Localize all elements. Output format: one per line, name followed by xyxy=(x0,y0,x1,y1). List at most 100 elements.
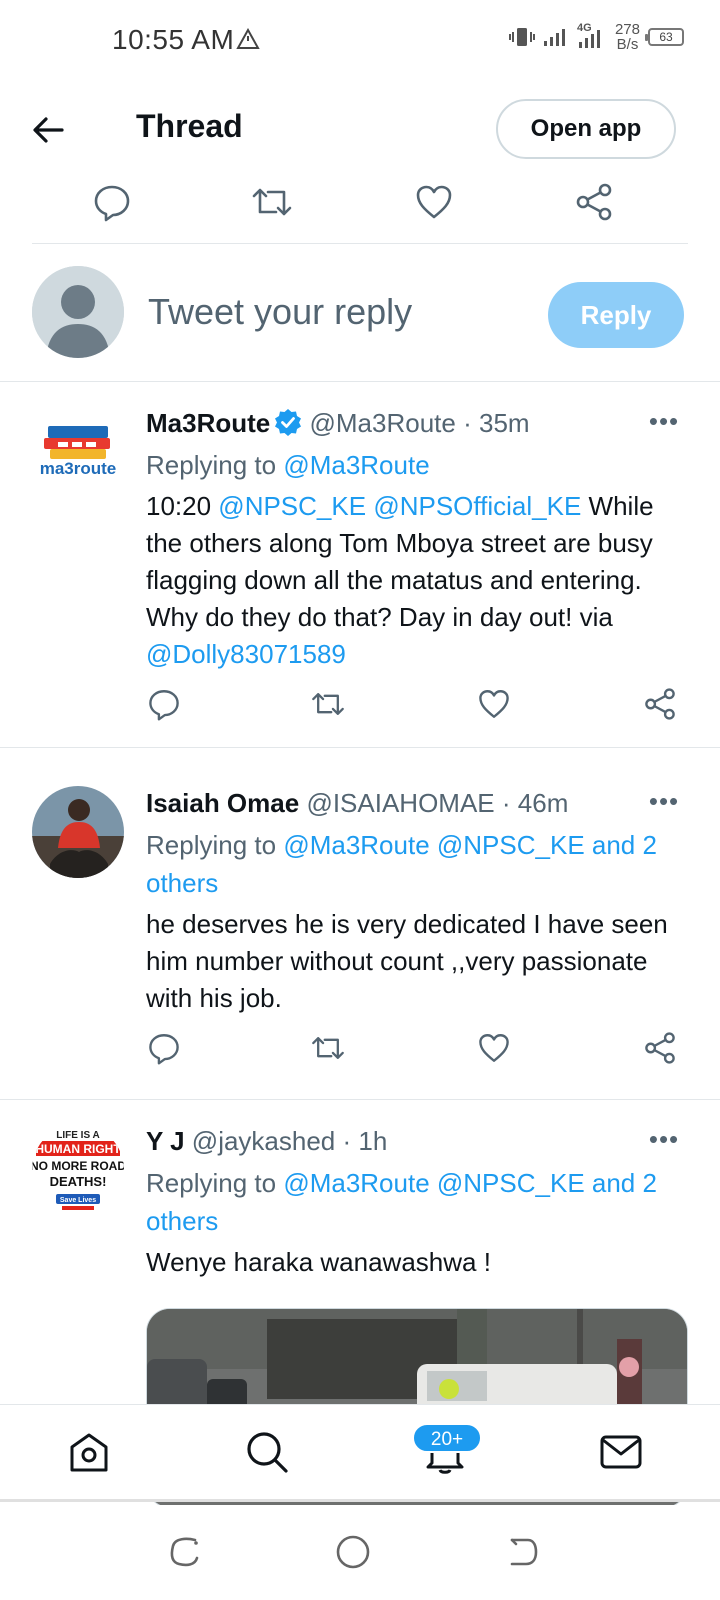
share-action[interactable] xyxy=(572,180,616,224)
net-speed: 278 B/s xyxy=(615,22,640,52)
author-name[interactable]: Ma3Route xyxy=(146,408,270,438)
reply-input[interactable] xyxy=(148,286,508,338)
bottom-navigation: 20+ xyxy=(0,1404,720,1502)
more-options-button[interactable]: ••• xyxy=(644,406,684,440)
heart-icon xyxy=(416,185,452,219)
logo-line: HUMAN RIGHT xyxy=(35,1142,121,1156)
replying-prefix: Replying to xyxy=(146,830,277,860)
arrow-left-icon xyxy=(33,117,64,143)
reply-action[interactable] xyxy=(146,686,182,722)
author-handle[interactable]: @jaykashed xyxy=(192,1126,335,1156)
retweet-action[interactable] xyxy=(310,686,346,722)
net-speed-unit: B/s xyxy=(616,36,639,53)
ma3route-logo-text: ma3route xyxy=(40,459,117,478)
share-icon xyxy=(645,688,675,720)
share-icon xyxy=(576,183,612,221)
reply-composer: Reply xyxy=(0,266,720,382)
like-action[interactable] xyxy=(476,686,512,722)
nav-search[interactable] xyxy=(242,1427,292,1477)
search-icon xyxy=(247,1432,288,1473)
retweet-action[interactable] xyxy=(250,180,294,224)
status-icons: 4G 278 B/s 63 xyxy=(508,22,684,52)
replying-to: Replying to @Ma3Route xyxy=(146,446,684,484)
like-action[interactable] xyxy=(412,180,456,224)
tweet-header: Isaiah Omae @ISAIAHOMAE · 46m xyxy=(146,786,684,820)
tweet-text-part: 10:20 xyxy=(146,491,219,521)
comment-icon xyxy=(149,690,179,721)
tweet[interactable]: Isaiah Omae @ISAIAHOMAE · 46m ••• Replyi… xyxy=(0,762,720,1100)
mention-link[interactable]: @NPSOfficial_KE xyxy=(373,491,581,521)
comment-icon xyxy=(94,185,130,222)
heart-icon xyxy=(479,690,509,718)
tweet-body: Isaiah Omae @ISAIAHOMAE · 46m ••• Replyi… xyxy=(146,786,684,1017)
battery-level: 63 xyxy=(659,30,673,44)
recent-apps-button[interactable] xyxy=(165,1532,205,1572)
more-options-button[interactable]: ••• xyxy=(644,786,684,820)
circle-home-icon xyxy=(336,1535,370,1569)
heart-icon xyxy=(479,1034,509,1062)
back-button[interactable] xyxy=(28,110,68,150)
home-button[interactable] xyxy=(333,1532,373,1572)
replying-prefix: Replying to xyxy=(146,1168,277,1198)
more-options-button[interactable]: ••• xyxy=(644,1124,684,1158)
logo-line: Save Lives xyxy=(60,1197,96,1204)
share-icon xyxy=(645,1032,675,1064)
tweet-time[interactable]: 46m xyxy=(518,788,569,818)
replying-to: Replying to @Ma3Route @NPSC_KE and 2 oth… xyxy=(146,826,684,902)
mention-link[interactable]: @Dolly83071589 xyxy=(146,639,346,669)
tweet[interactable]: ma3route Ma3Route @Ma3Route · 35m ••• Re… xyxy=(0,382,720,748)
back-gesture-icon xyxy=(510,1538,538,1566)
retweet-icon xyxy=(312,1037,344,1059)
share-action[interactable] xyxy=(642,1030,678,1066)
alert-triangle-icon xyxy=(236,28,260,49)
net-speed-value: 278 xyxy=(614,21,640,38)
tweet-actions xyxy=(146,686,684,730)
back-system-button[interactable] xyxy=(502,1532,542,1572)
tweet-time[interactable]: 1h xyxy=(358,1126,387,1156)
avatar[interactable]: ma3route xyxy=(32,406,124,498)
separator: · xyxy=(463,408,472,438)
thread-header: Thread Open app xyxy=(0,90,720,170)
logo-line: LIFE IS A xyxy=(56,1130,100,1141)
nav-home[interactable] xyxy=(64,1427,114,1477)
home-icon xyxy=(70,1433,108,1472)
tweet-actions xyxy=(146,1030,684,1074)
tweet-body: Ma3Route @Ma3Route · 35m ••• Replying to… xyxy=(146,406,684,673)
author-name[interactable]: Y J xyxy=(146,1126,185,1156)
reply-button[interactable]: Reply xyxy=(548,282,684,348)
reply-action[interactable] xyxy=(90,180,134,224)
status-time: 10:55 AM xyxy=(112,24,235,55)
tweet-body: Y J @jaykashed · 1h ••• Replying to @Ma3… xyxy=(146,1124,684,1281)
page-title: Thread xyxy=(136,108,243,144)
tweet-time[interactable]: 35m xyxy=(479,408,530,438)
author-name[interactable]: Isaiah Omae xyxy=(146,788,299,818)
messages-icon xyxy=(600,1435,642,1469)
open-app-button[interactable]: Open app xyxy=(496,99,676,159)
avatar[interactable] xyxy=(32,786,124,878)
tweet-text: he deserves he is very dedicated I have … xyxy=(146,909,668,1013)
default-avatar-icon xyxy=(32,266,124,358)
main-tweet-actions xyxy=(32,172,688,244)
retweet-icon xyxy=(312,693,344,715)
separator: · xyxy=(501,788,511,818)
tweet-text: Wenye haraka wanawashwa ! xyxy=(146,1247,491,1277)
author-handle[interactable]: @Ma3Route xyxy=(309,408,455,438)
reply-action[interactable] xyxy=(146,1030,182,1066)
separator: · xyxy=(342,1126,352,1156)
battery-icon: 63 xyxy=(645,28,684,46)
ma3route-logo: ma3route xyxy=(40,426,117,478)
retweet-action[interactable] xyxy=(310,1030,346,1066)
replying-prefix: Replying to xyxy=(146,450,277,480)
signal-icon xyxy=(543,29,565,46)
verified-badge-icon xyxy=(275,409,302,436)
mention-link[interactable]: @NPSC_KE xyxy=(218,491,366,521)
user-photo xyxy=(32,786,124,878)
mention-link[interactable]: @Ma3Route xyxy=(283,450,429,480)
share-action[interactable] xyxy=(642,686,678,722)
logo-line: DEATHS! xyxy=(50,1174,107,1189)
avatar[interactable]: LIFE IS A HUMAN RIGHT NO MORE ROAD DEATH… xyxy=(32,1124,124,1216)
status-bar: 10:55 AM 4G 278 B/s 63 xyxy=(0,0,720,80)
like-action[interactable] xyxy=(476,1030,512,1066)
author-handle[interactable]: @ISAIAHOMAE xyxy=(306,788,494,818)
nav-messages[interactable] xyxy=(596,1427,646,1477)
